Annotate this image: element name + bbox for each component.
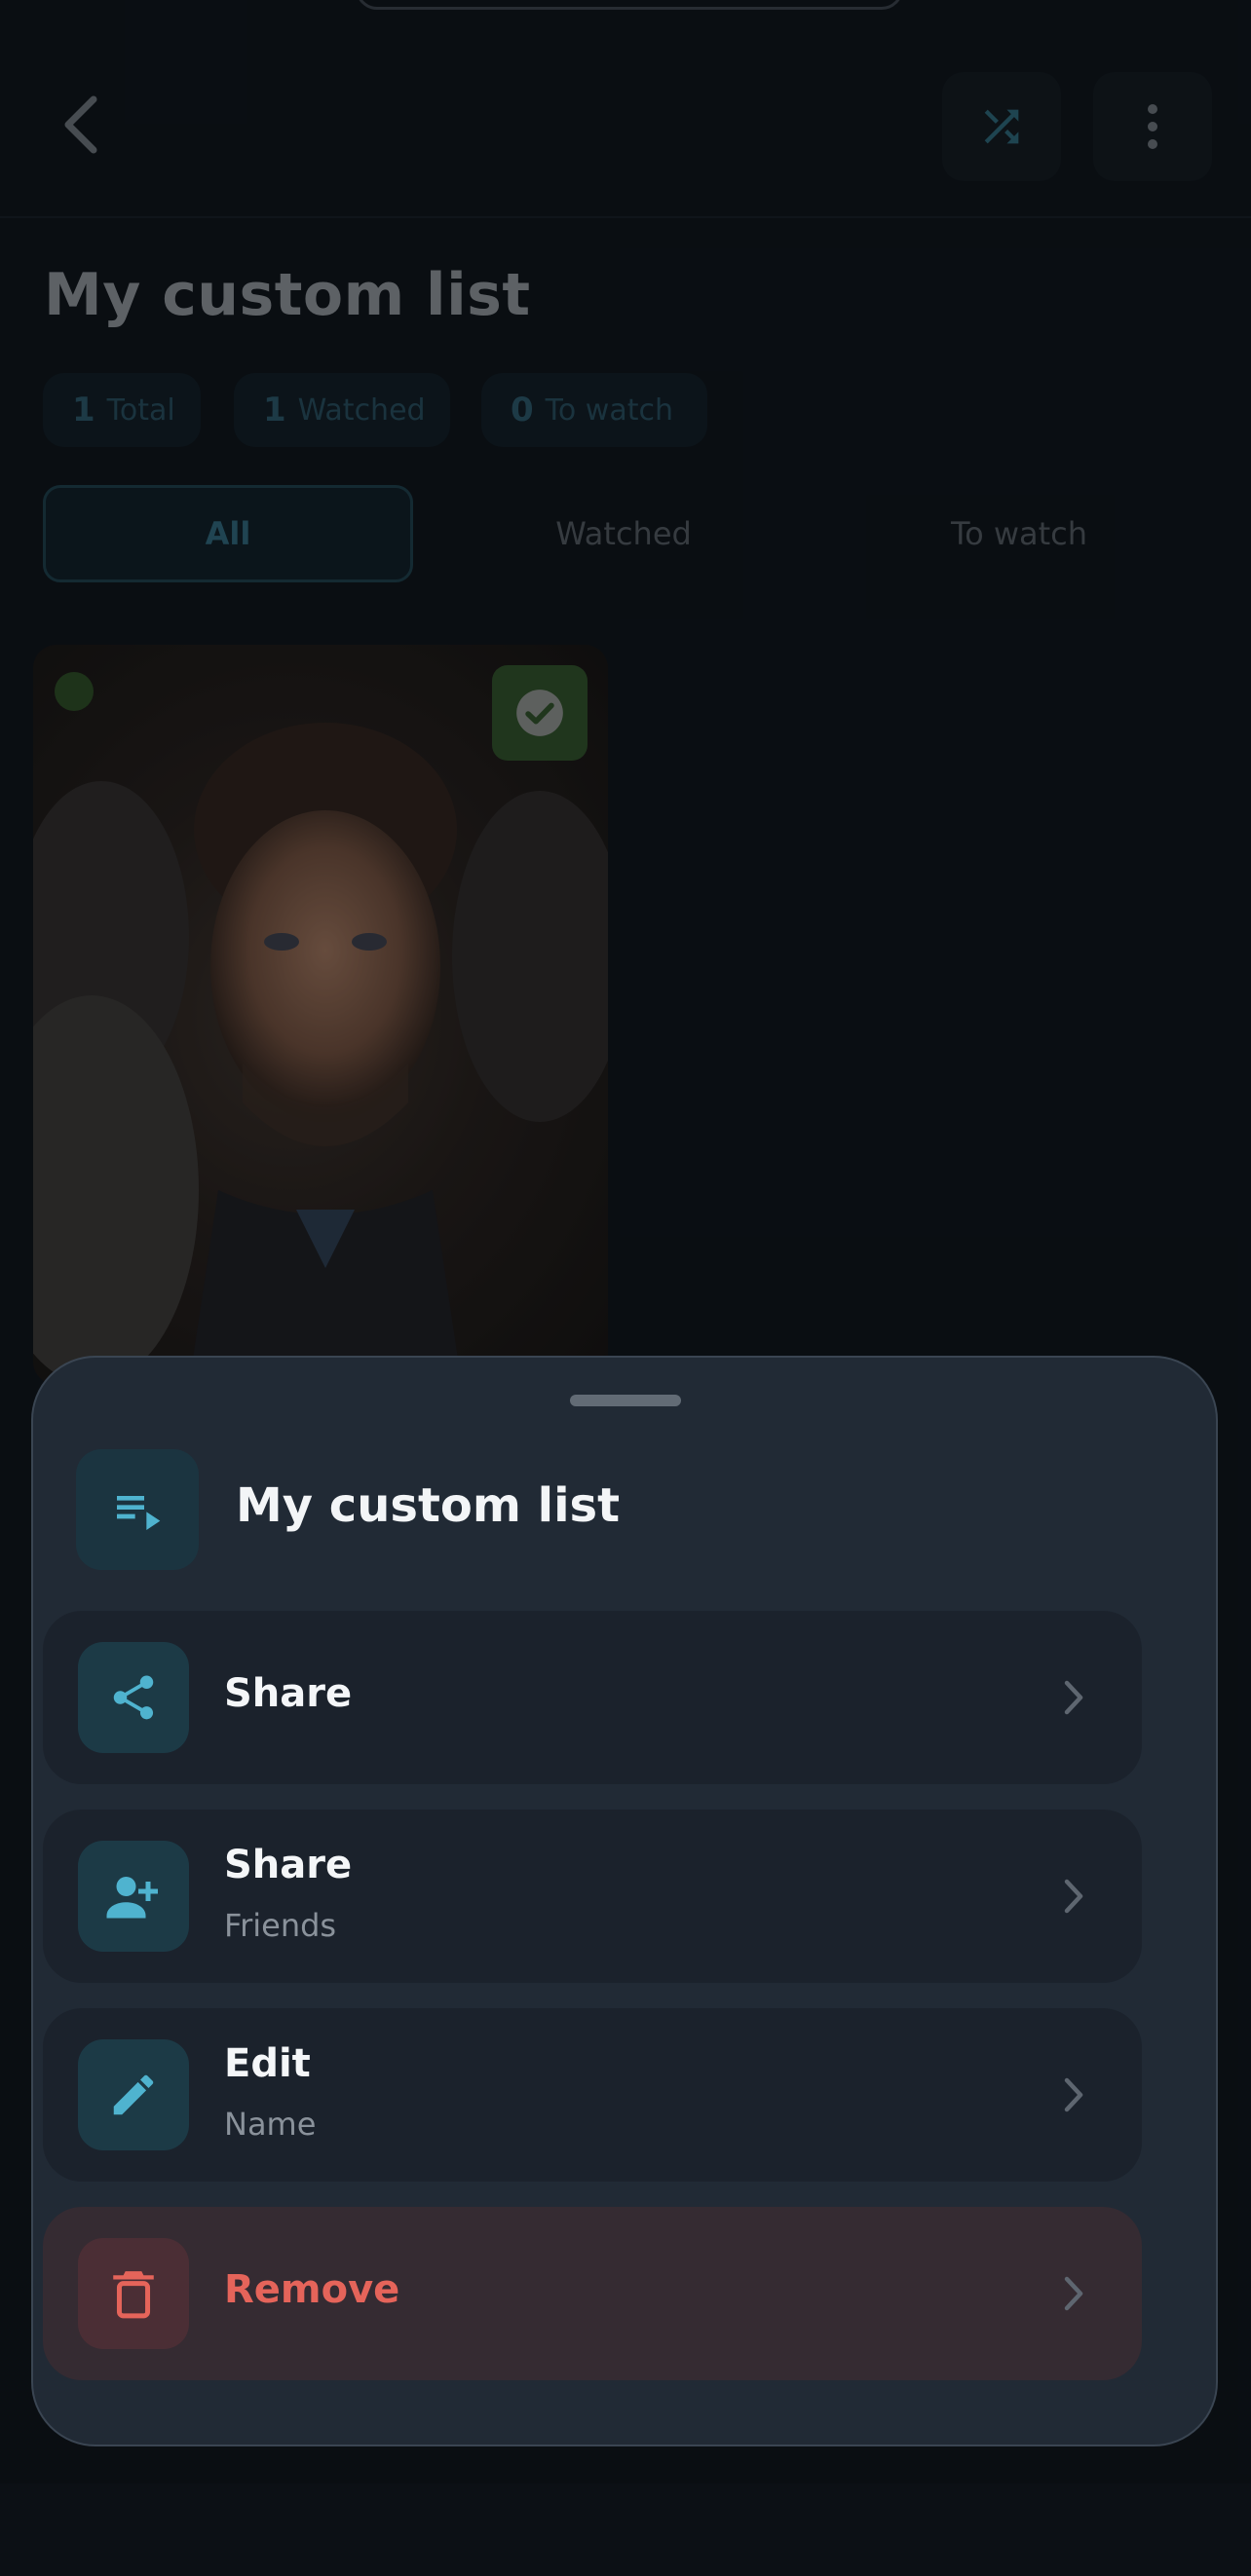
option-sublabel: Name <box>224 2106 317 2143</box>
option-label: Share <box>224 1843 353 1887</box>
share-friends-option[interactable]: Share Friends <box>43 1810 1142 1983</box>
chevron-right-icon <box>1054 1671 1093 1724</box>
remove-option[interactable]: Remove <box>43 2207 1142 2380</box>
playlist-play-icon <box>117 1496 161 1530</box>
option-label: Share <box>224 1671 353 1716</box>
share-icon-box <box>78 1642 189 1753</box>
pencil-icon <box>113 2074 154 2115</box>
option-label: Remove <box>224 2267 400 2312</box>
trash-icon <box>113 2271 154 2319</box>
person-add-icon-box <box>78 1841 189 1952</box>
sheet-drag-handle[interactable] <box>570 1395 681 1406</box>
share-option[interactable]: Share <box>43 1611 1142 1784</box>
share-icon <box>113 1675 154 1720</box>
bottom-area <box>0 2483 1251 2576</box>
person-add-icon <box>106 1877 158 1919</box>
chevron-right-icon <box>1054 2267 1093 2320</box>
sheet-title: My custom list <box>236 1478 621 1533</box>
edit-name-option[interactable]: Edit Name <box>43 2008 1142 2182</box>
option-sublabel: Friends <box>224 1907 337 1944</box>
trash-icon-box <box>78 2238 189 2349</box>
list-screen: My custom list 1 Total 1 Watched 0 To wa… <box>0 0 1251 2576</box>
chevron-right-icon <box>1054 2069 1093 2121</box>
pencil-icon-box <box>78 2039 189 2150</box>
sheet-header-icon-box <box>76 1449 199 1570</box>
chevron-right-icon <box>1054 1870 1093 1923</box>
option-label: Edit <box>224 2041 311 2086</box>
